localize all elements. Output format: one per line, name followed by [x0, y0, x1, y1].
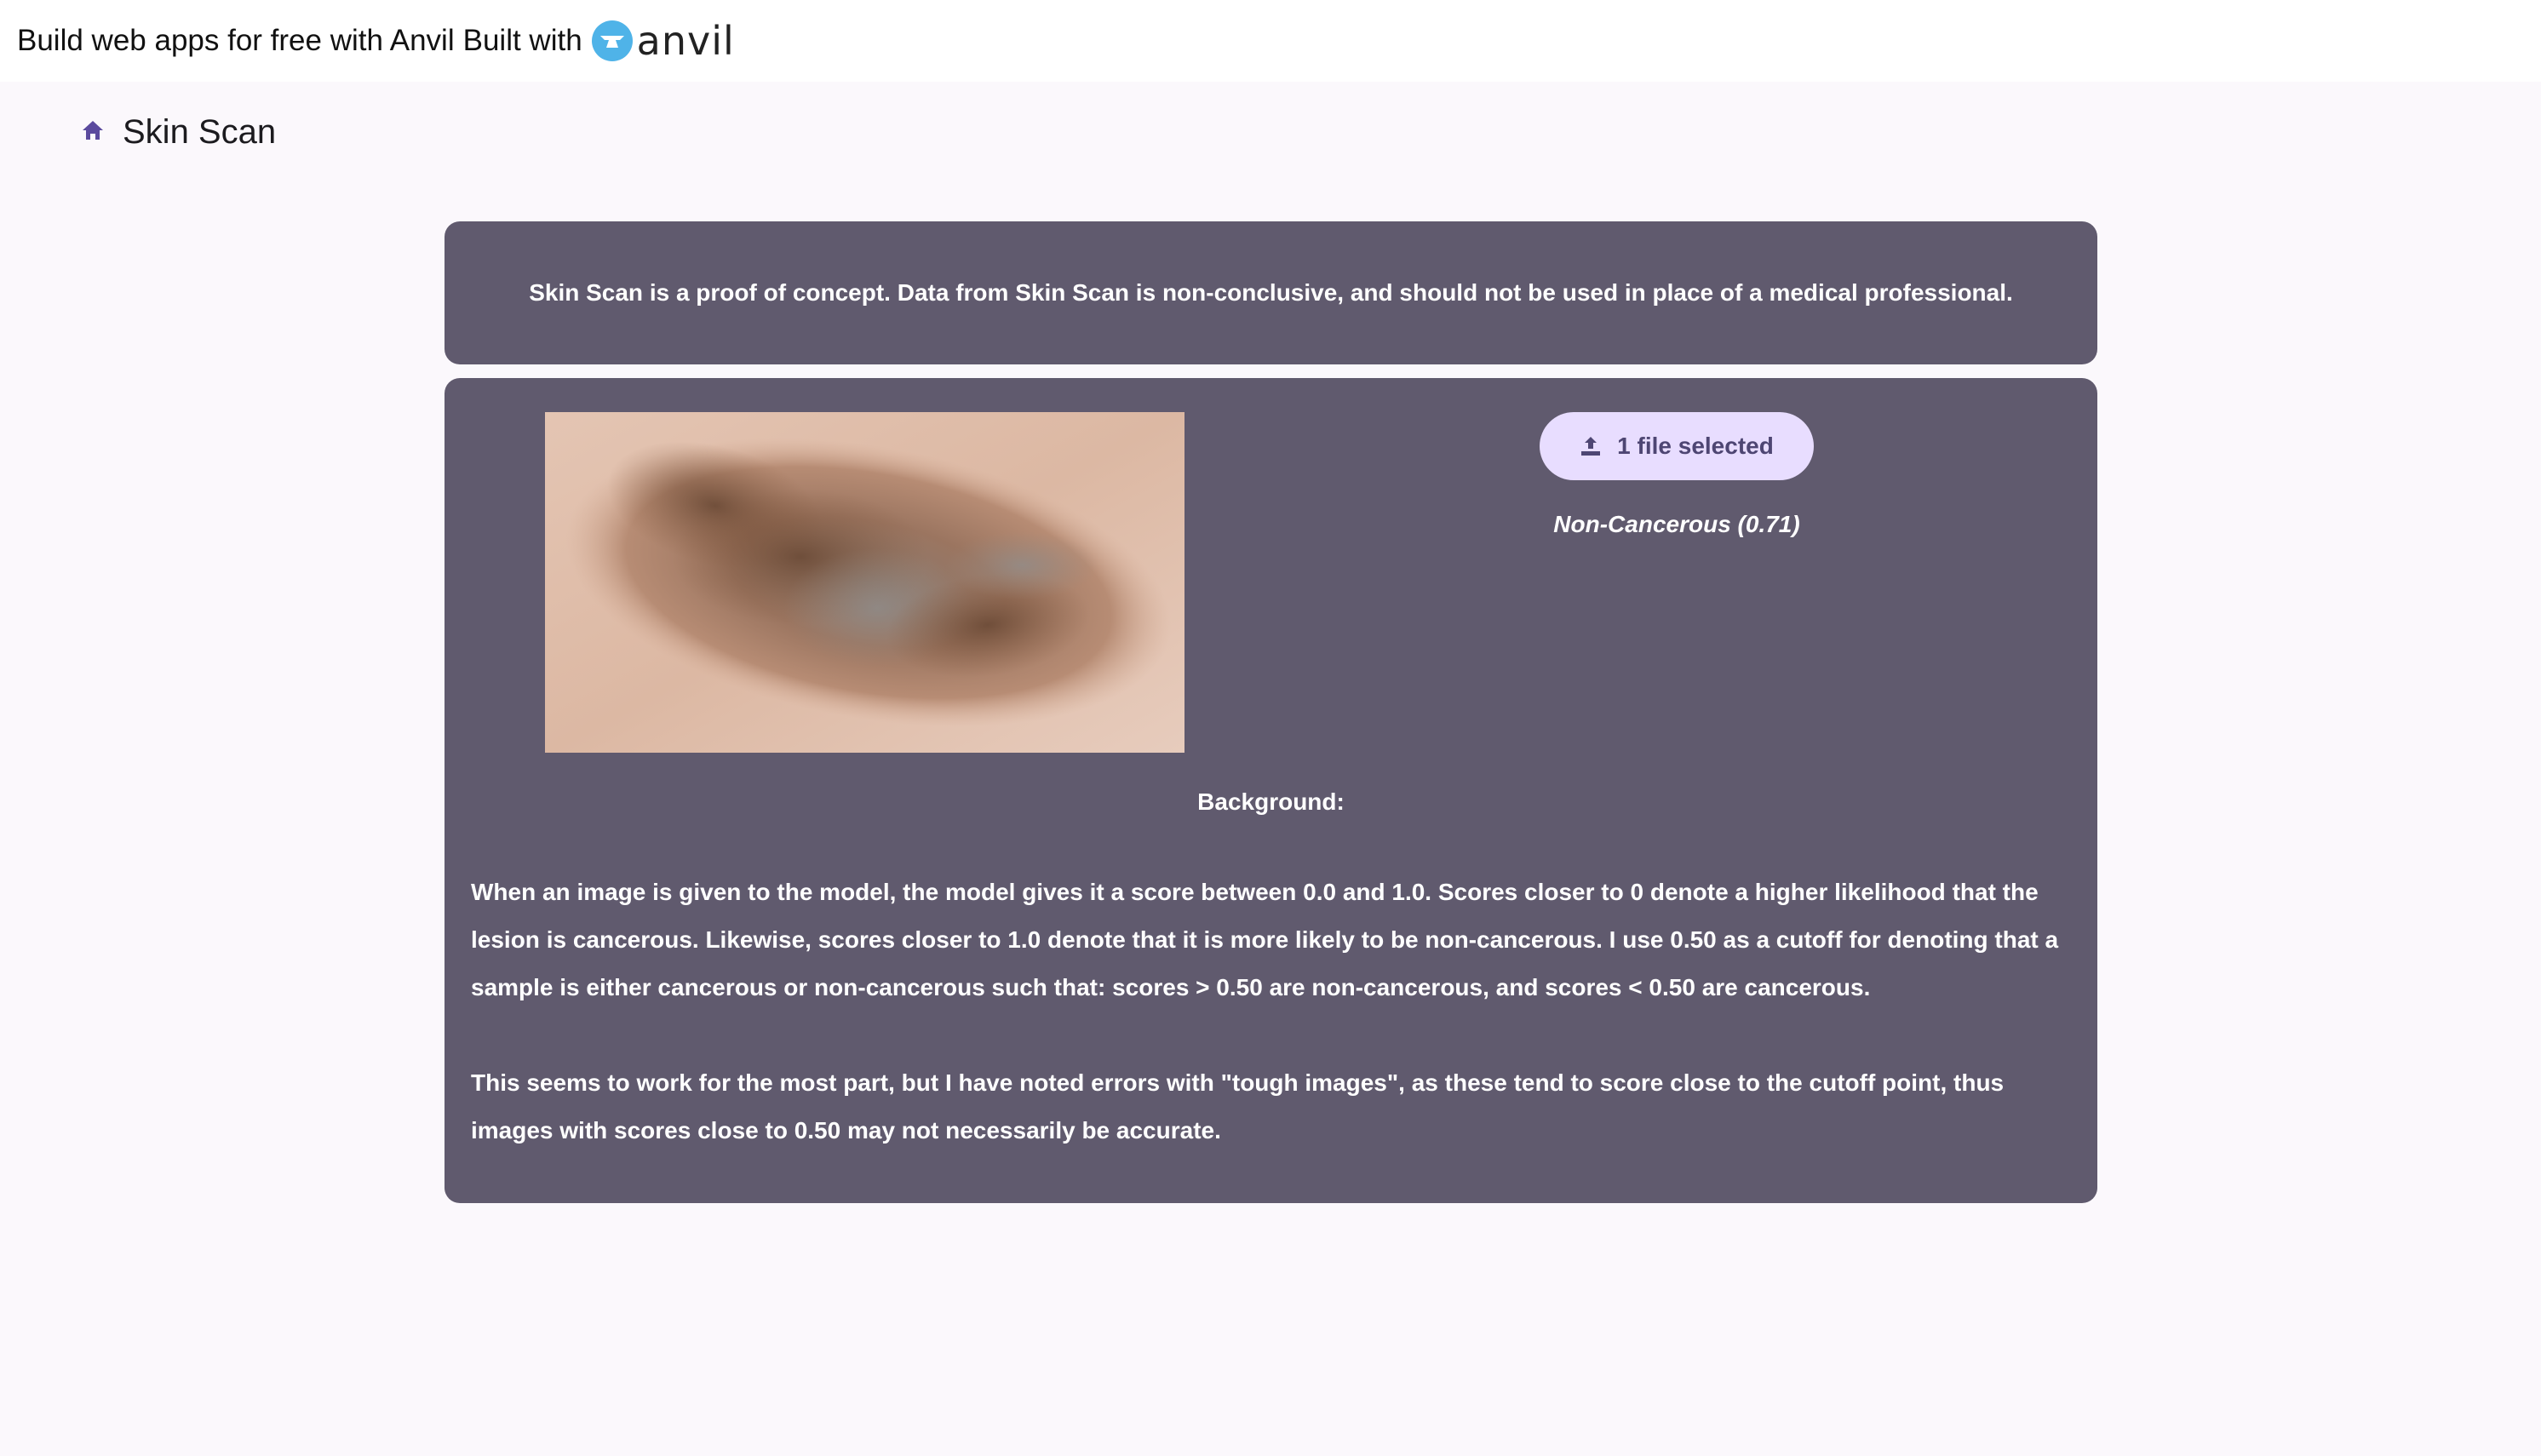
disclaimer-text: Skin Scan is a proof of concept. Data fr… [529, 279, 2013, 306]
background-heading: Background: [1197, 788, 1345, 815]
disclaimer-card: Skin Scan is a proof of concept. Data fr… [445, 221, 2097, 364]
upload-icon [1581, 437, 1601, 456]
app-header: Skin Scan [82, 111, 276, 153]
anvil-logo-icon [591, 20, 633, 61]
anvil-banner[interactable]: Build web apps for free with Anvil Built… [0, 0, 2541, 82]
anvil-logo[interactable]: anvil [591, 18, 735, 64]
page-title: Skin Scan [123, 112, 277, 151]
background-paragraph-1: When an image is given to the model, the… [471, 879, 2059, 1000]
build-free-link[interactable]: Build web apps for free with Anvil [17, 24, 455, 58]
anvil-wordmark: anvil [636, 18, 735, 64]
prediction-result: Non-Cancerous (0.71) [1553, 511, 1800, 537]
upload-label: 1 file selected [1617, 433, 1774, 459]
home-icon[interactable] [82, 120, 104, 145]
file-upload-button[interactable]: 1 file selected [1540, 412, 1814, 480]
background-paragraph-2: This seems to work for the most part, bu… [471, 1069, 2005, 1144]
lesion-image [545, 412, 1184, 753]
built-with-label: Built with [462, 24, 582, 57]
scan-card: 1 file selected Non-Cancerous (0.71) Bac… [445, 378, 2097, 1203]
